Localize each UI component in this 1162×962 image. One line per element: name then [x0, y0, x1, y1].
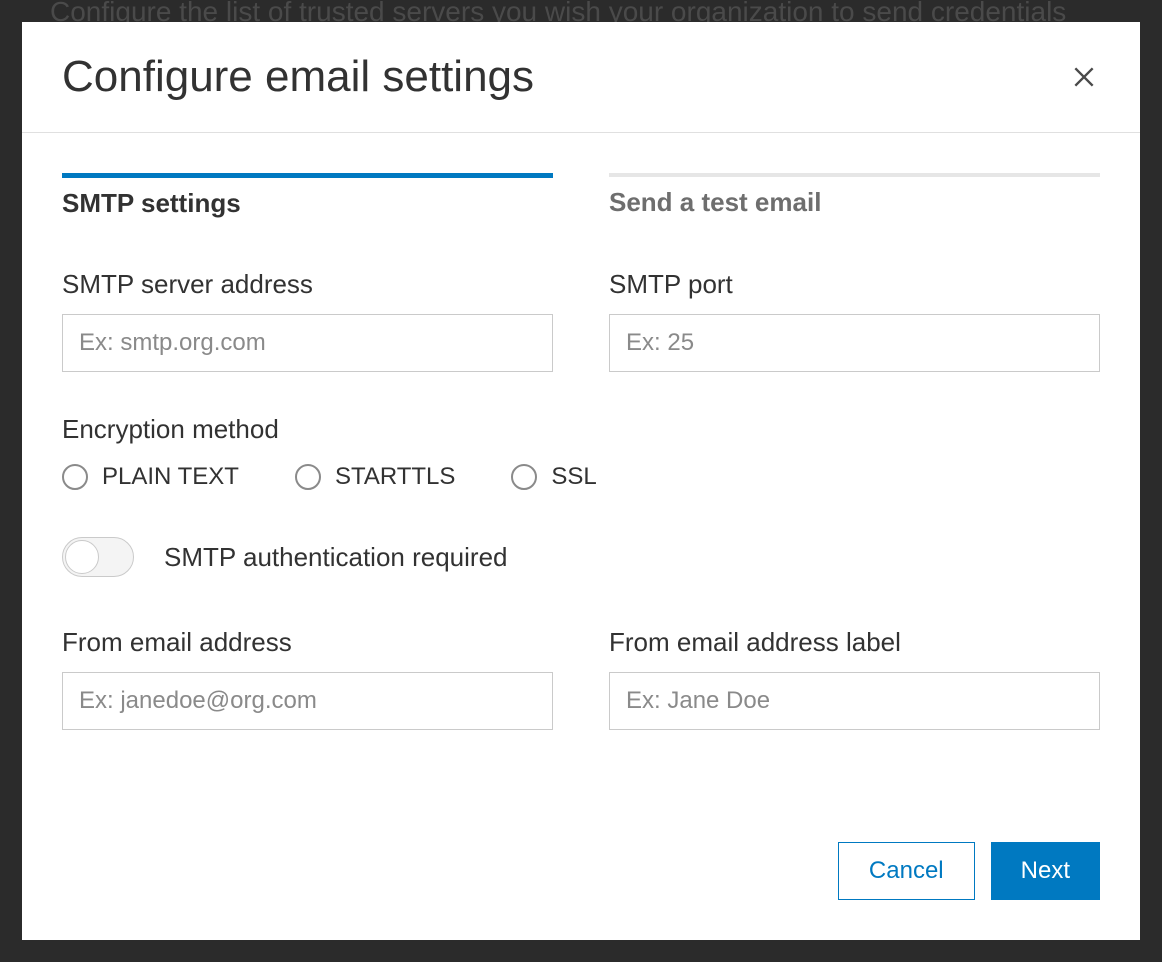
from-email-group: From email address [62, 627, 553, 730]
tab-send-test-email[interactable]: Send a test email [609, 173, 1100, 219]
modal-title: Configure email settings [62, 52, 534, 102]
radio-starttls[interactable]: STARTTLS [295, 463, 455, 491]
from-label-label: From email address label [609, 627, 1100, 658]
form-row-from: From email address From email address la… [62, 627, 1100, 730]
modal-footer: Cancel Next [22, 842, 1140, 940]
from-label-group: From email address label [609, 627, 1100, 730]
radio-label-starttls: STARTTLS [335, 463, 455, 491]
smtp-port-label: SMTP port [609, 269, 1100, 300]
radio-label-ssl: SSL [551, 463, 596, 491]
auth-toggle-row: SMTP authentication required [62, 537, 1100, 577]
cancel-button[interactable]: Cancel [838, 842, 975, 900]
modal-body: SMTP settings Send a test email SMTP ser… [22, 133, 1140, 842]
auth-required-label: SMTP authentication required [164, 542, 508, 573]
radio-ssl[interactable]: SSL [511, 463, 596, 491]
tab-smtp-settings[interactable]: SMTP settings [62, 173, 553, 219]
radio-icon [295, 464, 321, 490]
toggle-knob-icon [65, 540, 99, 574]
email-settings-modal: Configure email settings SMTP settings S… [22, 22, 1140, 940]
smtp-server-group: SMTP server address [62, 269, 553, 372]
next-button[interactable]: Next [991, 842, 1100, 900]
smtp-server-label: SMTP server address [62, 269, 553, 300]
close-icon [1071, 64, 1097, 90]
tab-list: SMTP settings Send a test email [62, 173, 1100, 219]
from-label-input[interactable] [609, 672, 1100, 730]
encryption-label: Encryption method [62, 414, 1100, 445]
from-email-input[interactable] [62, 672, 553, 730]
smtp-port-group: SMTP port [609, 269, 1100, 372]
radio-icon [511, 464, 537, 490]
form-row-server-port: SMTP server address SMTP port [62, 269, 1100, 372]
smtp-port-input[interactable] [609, 314, 1100, 372]
smtp-server-input[interactable] [62, 314, 553, 372]
close-button[interactable] [1068, 61, 1100, 93]
encryption-radio-group: PLAIN TEXT STARTTLS SSL [62, 463, 1100, 491]
from-email-label: From email address [62, 627, 553, 658]
encryption-section: Encryption method PLAIN TEXT STARTTLS SS… [62, 414, 1100, 491]
radio-icon [62, 464, 88, 490]
auth-required-toggle[interactable] [62, 537, 134, 577]
radio-plain-text[interactable]: PLAIN TEXT [62, 463, 239, 491]
radio-label-plain-text: PLAIN TEXT [102, 463, 239, 491]
modal-header: Configure email settings [22, 22, 1140, 133]
